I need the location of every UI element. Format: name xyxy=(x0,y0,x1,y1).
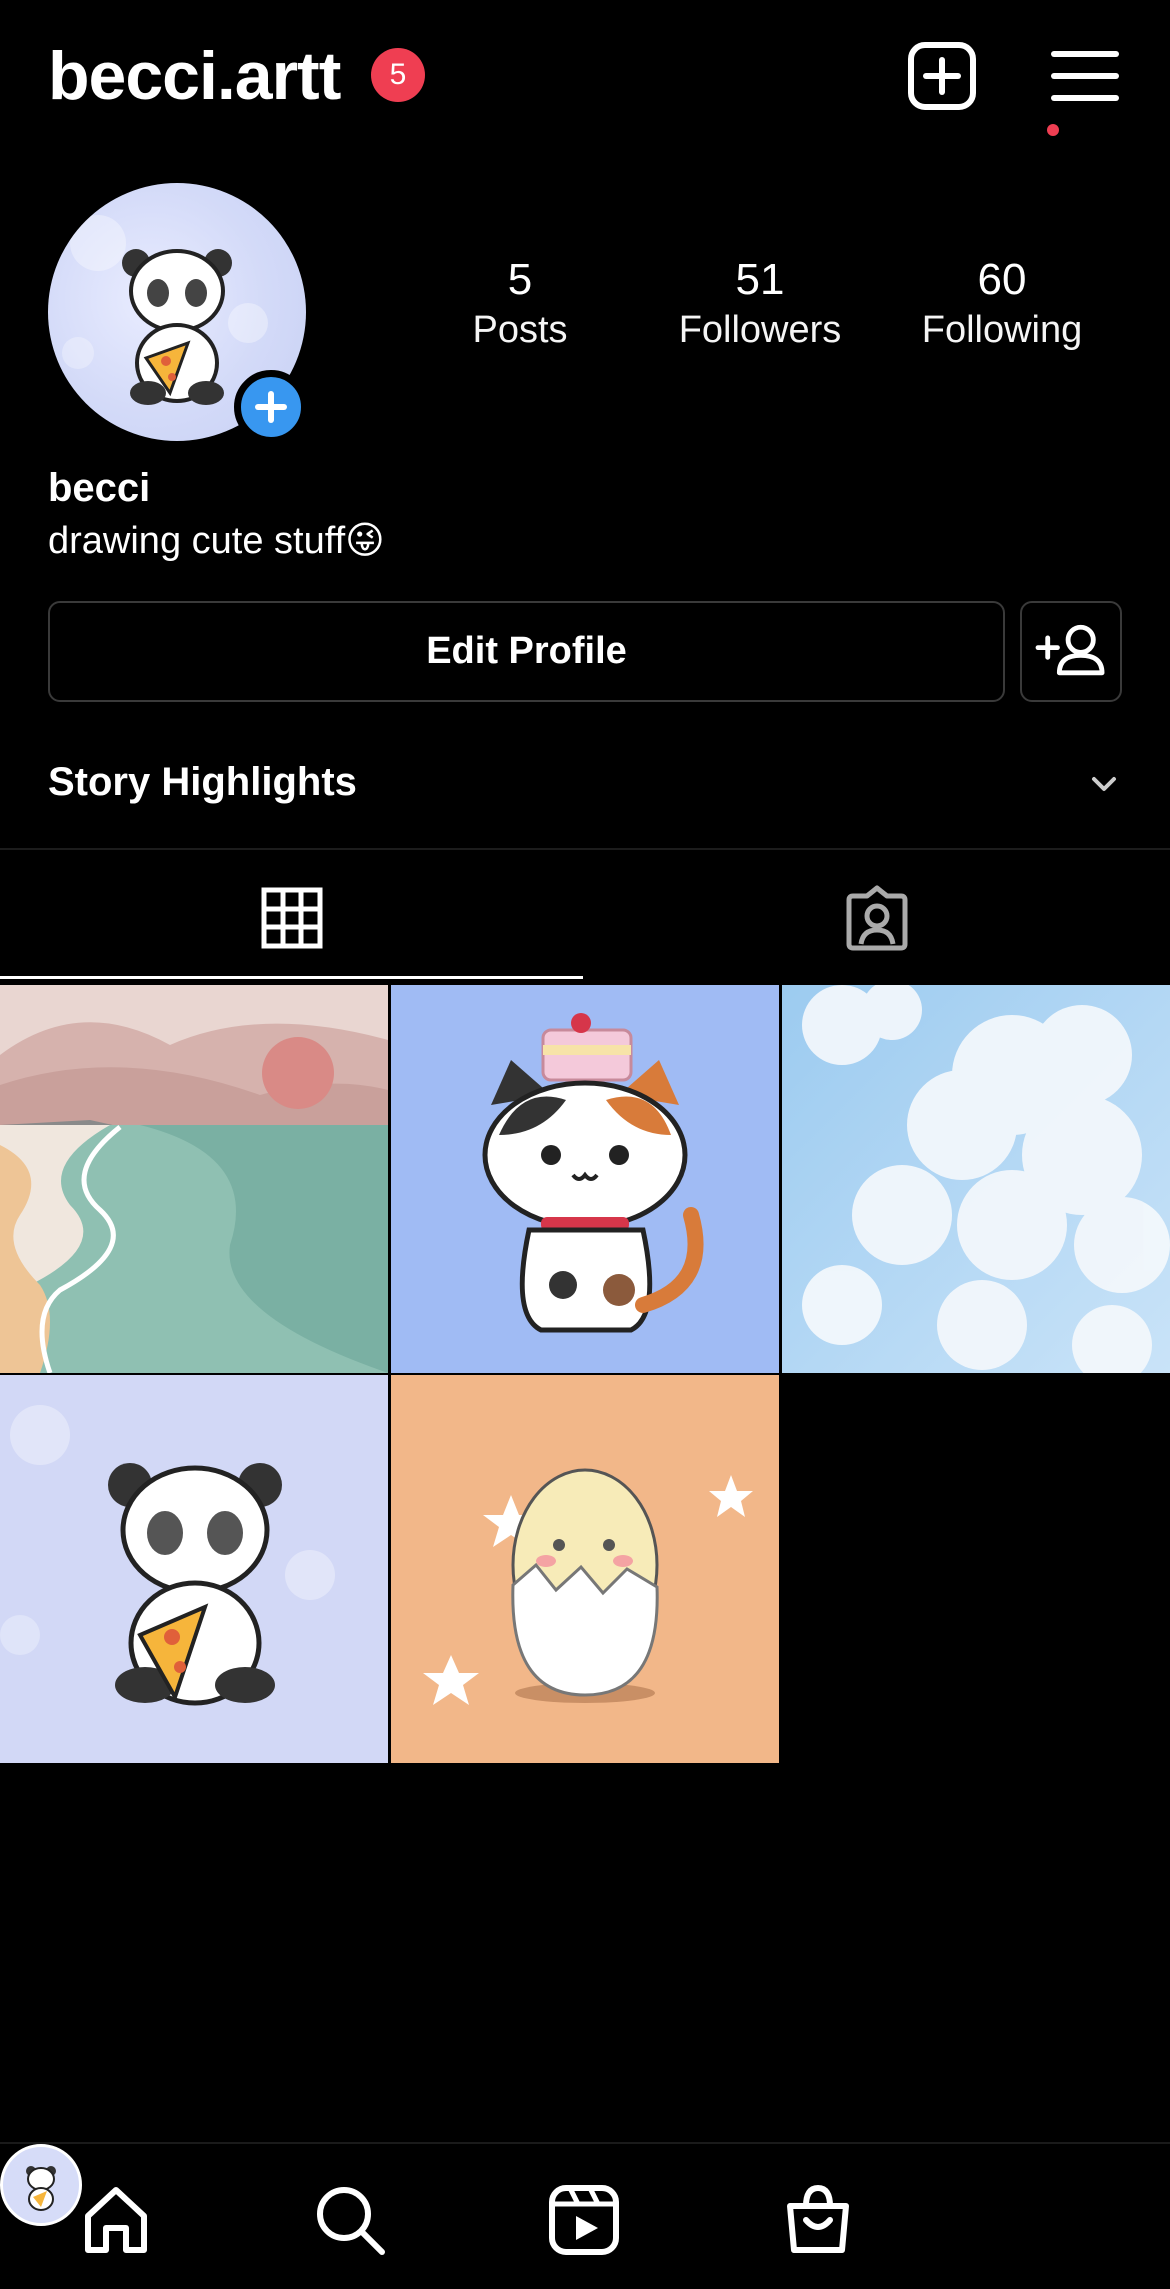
profile-username[interactable]: becci.artt xyxy=(48,38,341,114)
following-count: 60 xyxy=(977,255,1027,304)
post-thumbnail-beach[interactable] xyxy=(0,985,388,1373)
post-thumbnail-egg[interactable] xyxy=(391,1375,779,1763)
following-stat[interactable]: 60 Following xyxy=(900,254,1104,354)
followers-stat[interactable]: 51 Followers xyxy=(660,254,860,354)
edit-profile-button[interactable]: Edit Profile xyxy=(48,601,1005,702)
add-story-button[interactable] xyxy=(234,370,308,444)
following-label: Following xyxy=(921,309,1083,351)
reels-icon[interactable] xyxy=(546,2182,622,2258)
create-post-icon[interactable] xyxy=(906,40,978,112)
search-icon[interactable] xyxy=(312,2182,388,2258)
bottom-navigation-bar xyxy=(0,2142,1170,2289)
tab-posts-grid[interactable] xyxy=(0,850,585,980)
display-name: becci xyxy=(48,466,151,510)
profile-tab-avatar[interactable] xyxy=(0,2144,82,2226)
grid-icon xyxy=(261,887,323,949)
profile-activity-dot xyxy=(1047,124,1059,136)
active-tab-indicator xyxy=(0,976,583,979)
followers-count: 51 xyxy=(735,255,785,304)
plus-icon xyxy=(255,391,287,423)
clouds-illustration xyxy=(782,985,1170,1373)
discover-people-button[interactable] xyxy=(1020,601,1122,702)
top-header: becci.artt 5 xyxy=(0,0,1170,150)
notification-badge[interactable]: 5 xyxy=(371,48,425,102)
tagged-person-icon xyxy=(846,885,908,951)
panda-illustration xyxy=(0,1375,388,1763)
post-thumbnail-panda[interactable] xyxy=(0,1375,388,1763)
posts-stat[interactable]: 5 Posts xyxy=(440,254,600,354)
add-person-icon xyxy=(1035,624,1105,676)
shop-icon[interactable] xyxy=(780,2182,856,2258)
beach-illustration xyxy=(0,985,388,1373)
egg-illustration xyxy=(391,1375,779,1763)
posts-label: Posts xyxy=(472,309,568,351)
posts-count: 5 xyxy=(507,255,533,304)
hamburger-menu-icon[interactable] xyxy=(1048,40,1122,112)
chevron-down-icon[interactable] xyxy=(1088,768,1120,800)
panda-mini-icon xyxy=(26,2166,56,2211)
followers-label: Followers xyxy=(678,309,842,351)
bio-text: drawing cute stuff😜 xyxy=(48,520,385,562)
story-highlights-title[interactable]: Story Highlights xyxy=(48,756,357,808)
home-icon[interactable] xyxy=(78,2182,154,2258)
cat-illustration xyxy=(391,985,779,1373)
post-thumbnail-clouds[interactable] xyxy=(782,985,1170,1373)
post-thumbnail-cat[interactable] xyxy=(391,985,779,1373)
tab-tagged[interactable] xyxy=(585,850,1170,980)
